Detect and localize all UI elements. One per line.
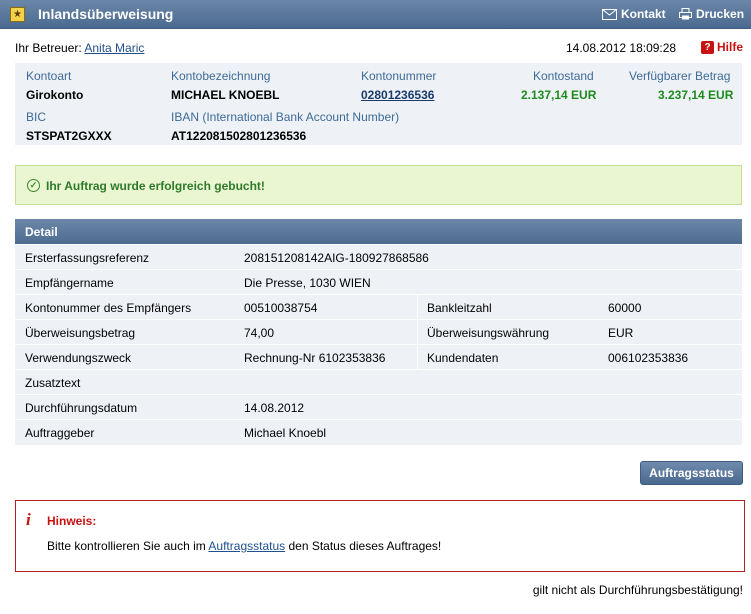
help-icon: ? — [701, 40, 714, 54]
hilfe-label: Hilfe — [717, 40, 744, 54]
kontakt-link[interactable]: Kontakt — [602, 7, 666, 21]
detail-row: Kontonummer des Empfängers 00510038754 B… — [15, 295, 742, 320]
kontobezeichnung-value: MICHAEL KNOEBL — [171, 88, 280, 102]
detail-row: Auftraggeber Michael Knoebl — [15, 420, 742, 445]
success-text: Ihr Auftrag wurde erfolgreich gebucht! — [46, 179, 265, 193]
printer-icon — [679, 8, 692, 20]
drucken-label: Drucken — [696, 7, 745, 21]
detail-label: Kundendaten — [427, 351, 499, 365]
detail-value: EUR — [608, 326, 634, 340]
auftragsstatus-button[interactable]: Auftragsstatus — [640, 461, 743, 485]
detail-label: Empfängername — [25, 276, 114, 290]
detail-value: 74,00 — [244, 326, 275, 340]
bic-label: BIC — [26, 110, 47, 124]
kontoart-label: Kontoart — [26, 69, 72, 83]
kontobezeichnung-label: Kontobezeichnung — [171, 69, 271, 83]
detail-label: Verwendungszweck — [25, 351, 132, 365]
checkmark-circle-icon: ✓ — [27, 179, 40, 192]
kontonummer-link[interactable]: 02801236536 — [361, 88, 434, 102]
column-divider — [417, 345, 418, 370]
betreuer-label: Ihr Betreuer: — [15, 41, 82, 55]
detail-label: Zusatztext — [25, 376, 81, 390]
detail-label: Bankleitzahl — [427, 301, 492, 315]
kontakt-label: Kontakt — [621, 7, 666, 21]
iban-label: IBAN (International Bank Account Number) — [171, 110, 400, 124]
account-info-panel: Kontoart Kontobezeichnung Kontonummer Ko… — [15, 63, 742, 145]
detail-row: Verwendungszweck Rechnung-Nr 6102353836 … — [15, 345, 742, 370]
detail-value: 60000 — [608, 301, 642, 315]
folder-star-icon: ★ — [10, 7, 25, 22]
hinweis-title: Hinweis: — [47, 514, 97, 528]
detail-header: Detail — [15, 219, 742, 244]
verfuegbar-label: Verfügbarer Betrag — [629, 69, 731, 83]
detail-label: Ersterfassungsreferenz — [25, 251, 150, 265]
hinweis-text-before: Bitte kontrollieren Sie auch im — [47, 539, 206, 553]
kontostand-label: Kontostand — [533, 69, 594, 83]
detail-label: Kontonummer des Empfängers — [25, 301, 192, 315]
kontonummer-label: Kontonummer — [361, 69, 437, 83]
bic-value: STSPAT2GXXX — [26, 129, 112, 143]
datetime: 14.08.2012 18:09:28 — [566, 41, 677, 55]
detail-value: Die Presse, 1030 WIEN — [244, 276, 371, 290]
detail-label: Durchführungsdatum — [25, 401, 138, 415]
detail-table: Ersterfassungsreferenz 208151208142AIG-1… — [15, 245, 742, 445]
success-message: ✓ Ihr Auftrag wurde erfolgreich gebucht! — [15, 165, 742, 205]
betreuer-line: Ihr Betreuer: Anita Maric — [15, 41, 144, 55]
page-title: Inlandsüberweisung — [38, 6, 174, 22]
detail-row: Empfängername Die Presse, 1030 WIEN — [15, 270, 742, 295]
hinweis-box: i Hinweis: Bitte kontrollieren Sie auch … — [15, 500, 745, 572]
detail-row: Durchführungsdatum 14.08.2012 — [15, 395, 742, 420]
detail-label: Auftraggeber — [25, 426, 95, 440]
iban-value: AT122081502801236536 — [171, 129, 307, 143]
detail-row: Ersterfassungsreferenz 208151208142AIG-1… — [15, 245, 742, 270]
detail-value: 00510038754 — [244, 301, 318, 315]
betreuer-link[interactable]: Anita Maric — [84, 41, 144, 55]
detail-row: Überweisungsbetrag 74,00 Überweisungswäh… — [15, 320, 742, 345]
auftragsstatus-link[interactable]: Auftragsstatus — [208, 539, 285, 553]
detail-value: 14.08.2012 — [244, 401, 305, 415]
hilfe-link[interactable]: ? Hilfe — [701, 40, 743, 54]
kontoart-value: Girokonto — [26, 88, 84, 102]
column-divider — [417, 320, 418, 345]
kontostand-value: 2.137,14 EUR — [521, 88, 597, 102]
hinweis-text: Bitte kontrollieren Sie auch im Auftrags… — [47, 539, 441, 553]
detail-label: Überweisungsbetrag — [25, 326, 136, 340]
column-divider — [417, 295, 418, 320]
footer-note: gilt nicht als Durchführungsbestätigung! — [532, 583, 743, 597]
detail-label: Überweisungswährung — [427, 326, 550, 340]
detail-value: 006102353836 — [608, 351, 689, 365]
hinweis-text-after: den Status dieses Auftrages! — [288, 539, 442, 553]
detail-row: Zusatztext — [15, 370, 742, 395]
envelope-icon — [602, 8, 617, 20]
detail-value: 208151208142AIG-180927868586 — [244, 251, 429, 265]
drucken-link[interactable]: Drucken — [679, 7, 744, 21]
verfuegbar-value: 3.237,14 EUR — [658, 88, 734, 102]
detail-value: Michael Knoebl — [244, 426, 327, 440]
detail-value: Rechnung-Nr 6102353836 — [244, 351, 386, 365]
window-titlebar: ★ Inlandsüberweisung Kontakt Drucken — [0, 0, 751, 29]
info-icon: i — [26, 510, 31, 529]
